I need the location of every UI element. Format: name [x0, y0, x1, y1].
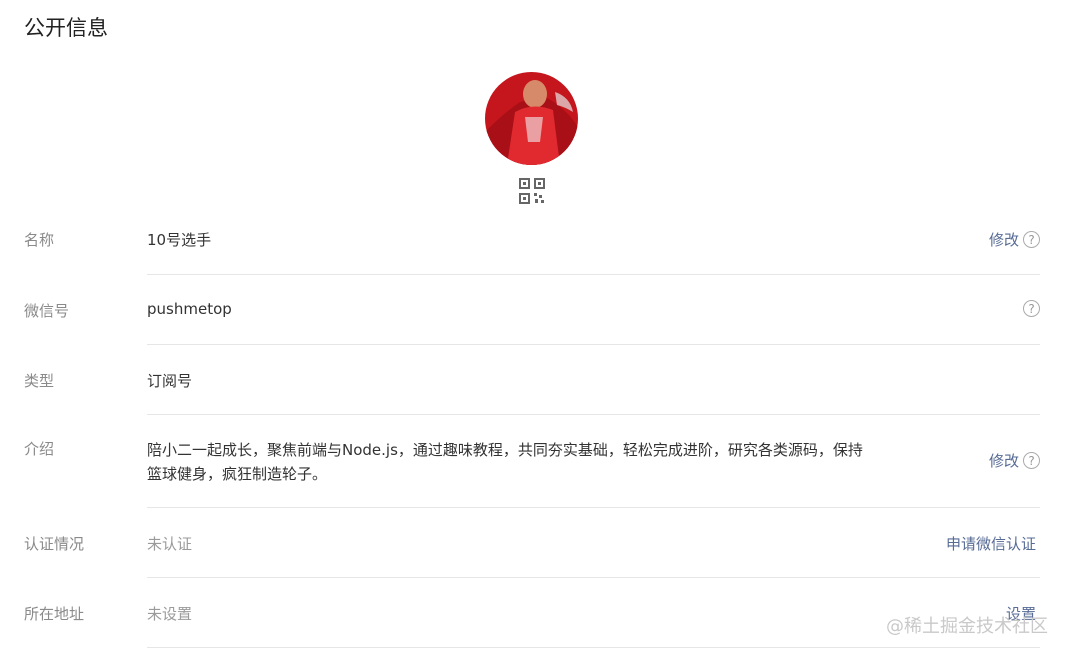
help-icon[interactable]: ?	[1023, 231, 1040, 248]
row-label: 微信号	[24, 302, 70, 320]
row-address: 所在地址 未设置 设置	[24, 603, 1040, 649]
row-value: 未认证	[147, 535, 193, 553]
divider	[147, 577, 1040, 578]
page-title: 公开信息	[24, 16, 108, 40]
row-type: 类型 订阅号	[24, 370, 1040, 416]
intro-text: 陪小二一起成长，聚焦前端与Node.js，通过趣味教程，共同夯实基础，轻松完成进…	[147, 441, 863, 483]
row-name: 名称 10号选手 修改 ?	[24, 229, 1040, 275]
avatar[interactable]	[485, 72, 578, 165]
edit-name-action: 修改 ?	[989, 229, 1040, 250]
divider	[147, 344, 1040, 345]
divider	[147, 647, 1040, 648]
row-label: 所在地址	[24, 605, 85, 623]
edit-intro-action: 修改 ?	[989, 450, 1040, 471]
row-label: 名称	[24, 231, 55, 249]
address-action: 设置	[1006, 603, 1036, 624]
set-address-link[interactable]: 设置	[1006, 603, 1036, 624]
row-label: 介绍	[24, 440, 55, 458]
row-verification: 认证情况 未认证 申请微信认证	[24, 533, 1040, 579]
row-value: 未设置	[147, 605, 193, 623]
verify-action: 申请微信认证	[946, 533, 1036, 554]
row-wechat-id: 微信号 pushmetop ?	[24, 300, 1040, 346]
row-label: 类型	[24, 372, 55, 390]
row-label: 认证情况	[24, 535, 85, 553]
divider	[147, 274, 1040, 275]
row-value: 订阅号	[147, 372, 193, 390]
apply-verification-link[interactable]: 申请微信认证	[946, 533, 1036, 554]
row-intro: 介绍 陪小二一起成长，聚焦前端与Node.js，通过趣味教程，共同夯实基础，轻松…	[24, 438, 1040, 508]
edit-name-link[interactable]: 修改	[989, 229, 1019, 250]
qr-code-icon[interactable]	[519, 178, 545, 204]
row-value: 10号选手	[147, 231, 212, 249]
help-icon[interactable]: ?	[1023, 300, 1040, 317]
help-icon[interactable]: ?	[1023, 452, 1040, 469]
row-value: pushmetop	[147, 300, 232, 318]
divider	[147, 507, 1040, 508]
edit-intro-link[interactable]: 修改	[989, 450, 1019, 471]
wechat-id-action: ?	[1019, 300, 1040, 317]
divider	[147, 414, 1040, 415]
